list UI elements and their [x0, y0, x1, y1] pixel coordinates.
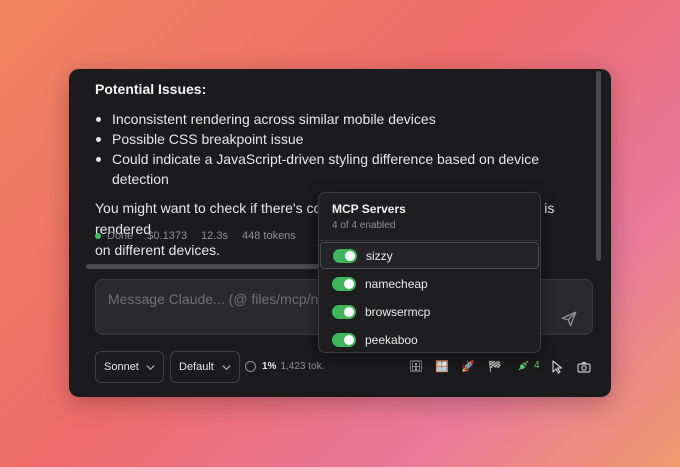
- model-select-value: Sonnet: [104, 361, 139, 373]
- mode-select-value: Default: [179, 361, 214, 373]
- popup-title: MCP Servers: [332, 202, 406, 216]
- server-toggle[interactable]: [332, 304, 356, 319]
- status-dot-icon: [95, 233, 101, 239]
- list-item: Possible CSS breakpoint issue: [95, 129, 595, 149]
- message-meta: Done $0.1373 12.3s 448 tokens: [95, 230, 310, 242]
- vertical-scrollbar[interactable]: [596, 71, 601, 261]
- mode-select[interactable]: Default: [170, 351, 240, 383]
- rocket-icon[interactable]: 🚀: [460, 359, 476, 375]
- issue-list: Inconsistent rendering across similar mo…: [95, 109, 595, 189]
- mcp-servers-button[interactable]: 4: [517, 359, 540, 372]
- popup-subtitle: 4 of 4 enabled: [332, 220, 396, 231]
- server-row-sizzy[interactable]: sizzy: [320, 242, 539, 269]
- duration-text: 12.3s: [201, 230, 228, 242]
- server-toggle[interactable]: [332, 332, 356, 347]
- server-toggle[interactable]: [333, 248, 357, 263]
- message-heading: Potential Issues:: [95, 81, 207, 97]
- context-tokens: 1,423 tok.: [280, 361, 325, 372]
- chevron-down-icon: [146, 365, 155, 371]
- mcp-servers-popup: MCP Servers 4 of 4 enabled sizzy nameche…: [318, 192, 541, 353]
- cabinet-icon[interactable]: 🗄: [408, 359, 424, 375]
- camera-icon[interactable]: [576, 359, 592, 375]
- chevron-down-icon: [222, 365, 231, 371]
- context-usage: 1% 1,423 tok.: [245, 361, 324, 372]
- server-row-browsermcp[interactable]: browsermcp: [320, 298, 539, 325]
- list-item: Could indicate a JavaScript-driven styli…: [95, 149, 595, 189]
- cursor-icon[interactable]: [550, 359, 566, 375]
- list-item: Inconsistent rendering across similar mo…: [95, 109, 595, 129]
- context-percent: 1%: [262, 361, 277, 372]
- flag-icon[interactable]: 🏁: [487, 359, 503, 375]
- mcp-count-badge: 4: [534, 360, 540, 371]
- context-ring-icon: [245, 361, 256, 372]
- server-name: sizzy: [366, 248, 393, 263]
- server-name: browsermcp: [365, 304, 431, 319]
- send-icon[interactable]: [560, 310, 578, 328]
- cost-text: $0.1373: [147, 230, 188, 242]
- status-text: Done: [107, 230, 134, 242]
- token-count: 448 tokens: [241, 230, 296, 242]
- server-name: peekaboo: [365, 332, 418, 347]
- server-row-peekaboo[interactable]: peekaboo: [320, 326, 539, 353]
- server-row-namecheap[interactable]: namecheap: [320, 270, 539, 297]
- server-toggle[interactable]: [332, 276, 356, 291]
- input-toolbar: Sonnet Default 1% 1,423 tok. 🗄 🪟 🚀 🏁 4: [95, 351, 595, 383]
- window-icon[interactable]: 🪟: [434, 359, 450, 375]
- model-select[interactable]: Sonnet: [95, 351, 164, 383]
- server-name: namecheap: [365, 276, 428, 291]
- plug-icon: [518, 360, 529, 371]
- input-placeholder: Message Claude... (@ files/mcp/n: [108, 291, 319, 307]
- divider: [319, 240, 540, 241]
